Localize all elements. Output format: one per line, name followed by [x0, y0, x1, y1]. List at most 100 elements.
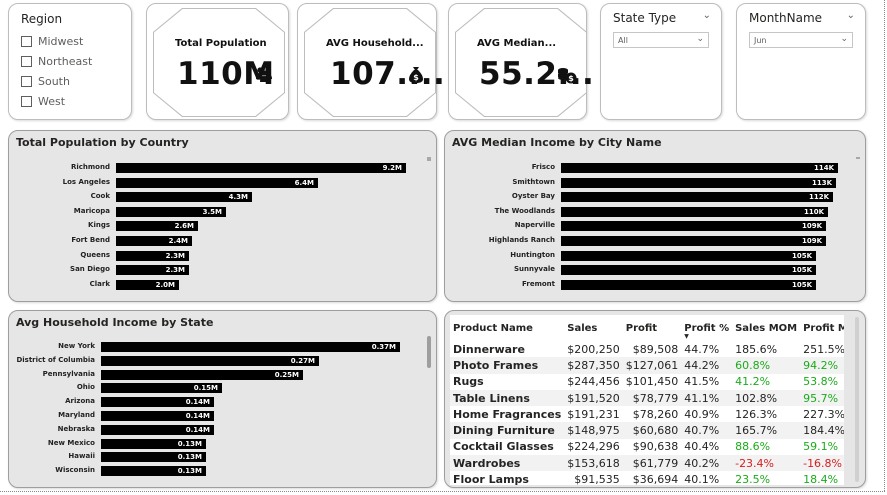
bar-richmond[interactable]: 9.2M — [116, 163, 406, 173]
region-option-midwest[interactable]: Midwest — [21, 31, 92, 51]
vertical-scrollbar-track[interactable] — [855, 317, 859, 482]
table-cell: 185.6% — [732, 341, 801, 358]
bar-smithtown[interactable]: 113K — [561, 177, 836, 188]
table-row[interactable]: Wardrobes $153,618 $61,779 40.2% -23.4% -16.8… — [450, 455, 844, 472]
bar-highlands-ranch[interactable]: 109K — [561, 236, 826, 246]
bar-data-label: 0.14M — [185, 398, 210, 407]
table-row[interactable]: Rugs $244,456 $101,450 41.5% 41.2% 53.8% — [450, 373, 844, 390]
month-name-dropdown[interactable]: Jun ⌄ — [749, 32, 853, 48]
table-cell: 40.7% — [681, 422, 733, 439]
table-cell: $127,061 — [622, 357, 682, 374]
chart-title: Total Population by Country — [16, 136, 189, 149]
checkbox[interactable] — [21, 95, 32, 107]
state-type-dropdown[interactable]: All ⌄ — [613, 32, 709, 48]
table-cell: Dining Furniture — [450, 422, 565, 439]
scroll-indicator[interactable] — [856, 157, 860, 159]
bar-fremont[interactable]: 105K — [561, 279, 816, 290]
table-cell: 44.2% — [681, 357, 733, 374]
table-row[interactable]: Floor Lamps $91,535 $36,694 40.1% 23.5% 18.4% — [450, 471, 844, 485]
table-cell: 41.2% — [732, 373, 801, 390]
bar-new-york[interactable]: 0.37M — [101, 342, 400, 352]
chevron-down-icon: ⌄ — [840, 34, 848, 44]
bar-arizona[interactable]: 0.14M — [101, 397, 214, 408]
bar-kings[interactable]: 2.6M — [116, 221, 198, 232]
bar-maricopa[interactable]: 3.5M — [116, 206, 226, 217]
table-cell: $91,535 — [564, 471, 623, 485]
bar-huntington[interactable]: 105K — [561, 250, 816, 261]
table-cell: 165.7% — [732, 422, 801, 439]
bar-data-label: 3.5M — [202, 207, 222, 216]
table-cell: $224,296 — [564, 438, 623, 456]
bar-sunnyvale[interactable]: 105K — [561, 265, 816, 276]
checkbox[interactable] — [21, 35, 32, 47]
bar-oyster-bay[interactable]: 112K — [561, 192, 833, 203]
people-icon — [255, 66, 273, 86]
bar-category-label: Huntington — [510, 250, 555, 259]
bar-district-of-columbia[interactable]: 0.27M — [101, 355, 319, 366]
scroll-indicator[interactable] — [427, 157, 431, 161]
checkbox[interactable] — [21, 55, 32, 67]
bar-wisconsin[interactable]: 0.13M — [101, 466, 206, 477]
bar-cook[interactable]: 4.3M — [116, 192, 252, 203]
table-cell: 23.5% — [732, 471, 801, 485]
bar-category-label: The Woodlands — [494, 206, 555, 215]
bar-category-label: Ohio — [76, 383, 95, 392]
bar-category-label: Clark — [89, 279, 110, 288]
table-cell: Floor Lamps — [450, 471, 565, 485]
bar-the-woodlands[interactable]: 110K — [561, 206, 828, 217]
region-option-northeast[interactable]: Northeast — [21, 51, 92, 71]
table-row[interactable]: Dinnerware $200,250 $89,508 44.7% 185.6% 251.… — [450, 341, 844, 358]
kpi-label: AVG Median... — [477, 38, 557, 49]
bar-hawaii[interactable]: 0.13M — [101, 452, 206, 463]
chevron-down-icon[interactable]: ⌄ — [847, 10, 855, 21]
bar-fort-bend[interactable]: 2.4M — [116, 236, 192, 246]
bar-new-mexico[interactable]: 0.13M — [101, 438, 206, 449]
table-cell: Wardrobes — [450, 455, 565, 472]
column-header[interactable]: Sales MOM — [732, 315, 800, 341]
bar-category-label: New York — [58, 342, 95, 350]
column-header[interactable]: Product Name — [450, 315, 564, 341]
region-option-south[interactable]: South — [21, 71, 92, 91]
region-option-label: Midwest — [38, 34, 84, 48]
table-cell: $244,456 — [564, 373, 623, 390]
bar-san-diego[interactable]: 2.3M — [116, 265, 189, 276]
bar-queens[interactable]: 2.3M — [116, 250, 189, 261]
region-option-label: Northeast — [38, 54, 93, 68]
bar-data-label: 2.4M — [168, 237, 188, 245]
table-cell: 40.4% — [681, 438, 733, 456]
column-header[interactable]: Profit MOM — [800, 315, 844, 341]
bar-nebraska[interactable]: 0.14M — [101, 424, 214, 435]
table-cell: 60.8% — [732, 357, 801, 374]
bar-data-label: 6.4M — [294, 178, 314, 187]
bar-pennsylvania[interactable]: 0.25M — [101, 369, 303, 380]
bar-category-label: Nebraska — [57, 424, 95, 433]
table-cell: $78,779 — [622, 389, 682, 407]
column-header[interactable]: Sales — [564, 315, 623, 341]
bar-naperville[interactable]: 109K — [561, 221, 826, 232]
checkbox[interactable] — [21, 75, 32, 87]
table-row[interactable]: Home Fragrances $191,231 $78,260 40.9% 126.3… — [450, 406, 844, 423]
bar-category-label: Los Angeles — [62, 177, 110, 186]
bar-category-label: Highlands Ranch — [488, 236, 555, 244]
vertical-scrollbar[interactable] — [427, 336, 431, 368]
chart-title: Avg Household Income by State — [16, 316, 214, 329]
column-header[interactable]: Profit % ▼ — [681, 315, 732, 341]
sort-descending-icon[interactable]: ▼ — [684, 333, 689, 340]
table-row[interactable]: Dining Furniture $148,975 $60,680 40.7% 165.… — [450, 422, 844, 439]
table-row[interactable]: Photo Frames $287,350 $127,061 44.2% 60.8% 94… — [450, 357, 844, 374]
column-header[interactable]: Profit — [623, 315, 682, 341]
bar-frisco[interactable]: 114K — [561, 163, 838, 173]
bar-category-label: Maricopa — [73, 206, 110, 215]
bar-los-angeles[interactable]: 6.4M — [116, 177, 318, 188]
table-cell: Photo Frames — [450, 357, 565, 374]
kpi-card-avg-household: AVG Household... 107.... $ — [297, 3, 445, 120]
bar-ohio[interactable]: 0.15M — [101, 383, 222, 394]
bar-data-label: 112K — [808, 193, 829, 202]
bar-category-label: Queens — [80, 250, 110, 259]
chevron-down-icon[interactable]: ⌄ — [703, 10, 711, 21]
table-row[interactable]: Cocktail Glasses $224,296 $90,638 40.4% 88.6… — [450, 438, 844, 456]
table-row[interactable]: Table Linens $191,520 $78,779 41.1% 102.8% 95… — [450, 389, 844, 407]
bar-maryland[interactable]: 0.14M — [101, 411, 214, 421]
bar-clark[interactable]: 2.0M — [116, 279, 179, 290]
region-option-west[interactable]: West — [21, 91, 92, 111]
